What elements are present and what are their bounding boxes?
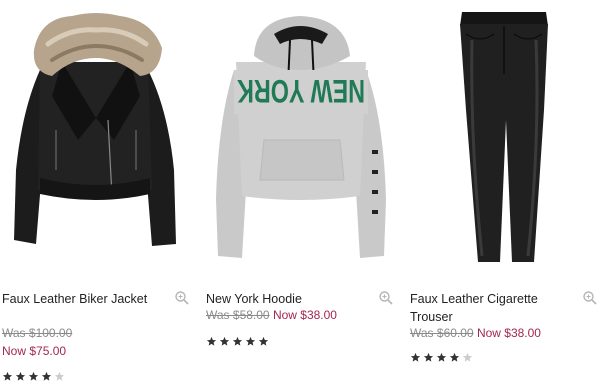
star-icon	[258, 336, 269, 347]
star-icon	[41, 371, 52, 382]
star-icon	[219, 336, 230, 347]
price-block: Was $100.00 Now $75.00	[2, 324, 192, 360]
was-price: Was $58.00	[206, 308, 270, 322]
star-icon	[15, 371, 26, 382]
trouser-image[interactable]	[408, 0, 600, 270]
was-price: Was $100.00	[2, 326, 73, 340]
magnifier-icon[interactable]	[174, 290, 190, 306]
product-grid: Faux Leather Biker Jacket Was $100.00 No…	[0, 0, 600, 388]
star-rating	[206, 336, 269, 348]
product-card-hoodie: NEW YORK New York Hoodie Was $58.00 Now …	[204, 0, 400, 388]
was-price: Was $60.00	[410, 326, 474, 340]
product-name-link[interactable]: Faux Leather Cigarette Trouser	[410, 290, 570, 326]
product-card-trouser: Faux Leather Cigarette Trouser Was $60.0…	[408, 0, 600, 388]
star-icon	[245, 336, 256, 347]
biker-jacket-image[interactable]	[0, 0, 196, 270]
star-icon	[423, 352, 434, 363]
star-icon	[2, 371, 13, 382]
star-icon	[232, 336, 243, 347]
star-icon	[54, 371, 65, 382]
now-price: Now $75.00	[2, 344, 67, 358]
hoodie-print-text: NEW YORK	[237, 73, 365, 109]
star-icon	[462, 352, 473, 363]
star-rating	[410, 352, 473, 364]
star-rating	[2, 371, 65, 383]
star-icon	[449, 352, 460, 363]
magnifier-icon[interactable]	[582, 290, 598, 306]
now-price: Now $38.00	[272, 308, 337, 322]
magnifier-icon[interactable]	[378, 290, 394, 306]
now-price: Now $38.00	[476, 326, 541, 340]
star-icon	[28, 371, 39, 382]
price-block: Was $60.00 Now $38.00	[410, 324, 600, 342]
star-icon	[410, 352, 421, 363]
star-icon	[206, 336, 217, 347]
price-block: Was $58.00 Now $38.00	[206, 306, 396, 324]
product-name-link[interactable]: Faux Leather Biker Jacket	[2, 290, 162, 308]
product-card-biker-jacket: Faux Leather Biker Jacket Was $100.00 No…	[0, 0, 196, 388]
hoodie-image[interactable]: NEW YORK	[204, 0, 400, 270]
star-icon	[436, 352, 447, 363]
